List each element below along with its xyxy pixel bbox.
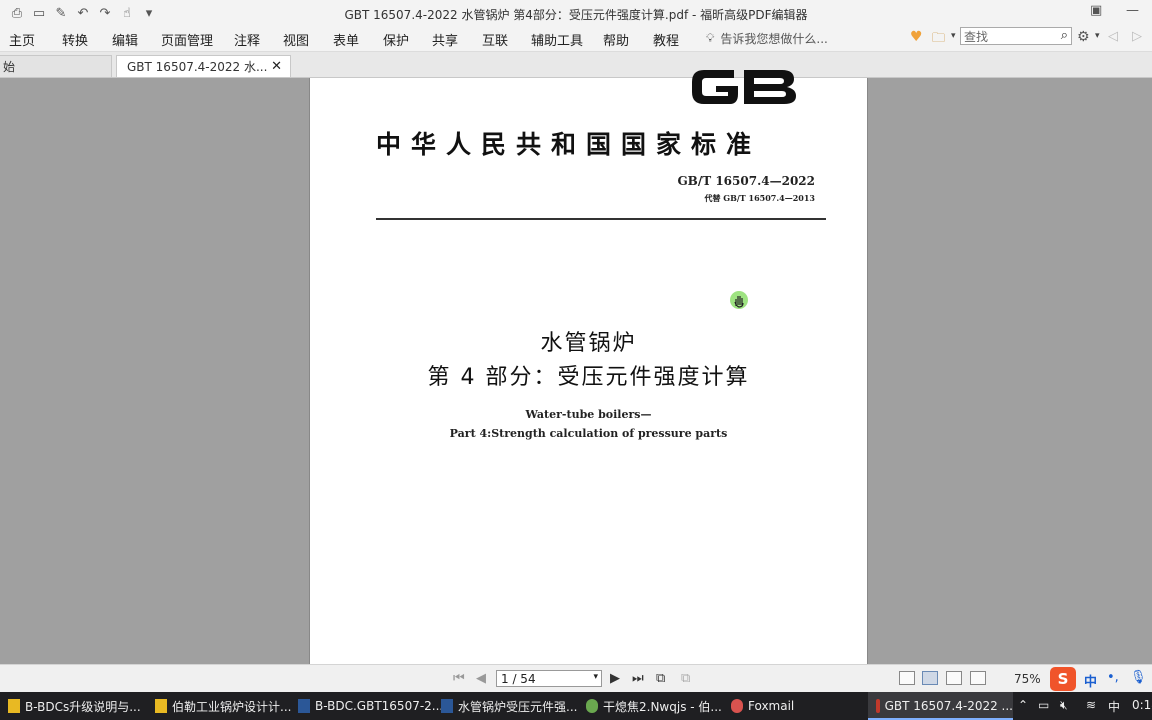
menu-convert[interactable]: 转换 — [62, 30, 88, 49]
menu-view[interactable]: 视图 — [283, 30, 309, 49]
menu-tutorial[interactable]: 教程 — [653, 30, 679, 49]
previous-view-icon[interactable]: ⧉ — [656, 671, 665, 686]
window-title: GBT 16507.4-2022 水管锅炉 第4部分：受压元件强度计算.pdf … — [344, 8, 808, 22]
folder-dropdown-icon[interactable]: ▾ — [951, 31, 956, 41]
menu-accessibility[interactable]: 辅助工具 — [531, 30, 583, 49]
taskbar-item-label: 水管锅炉受压元件强... — [458, 699, 578, 714]
facing-view-icon[interactable] — [946, 671, 962, 685]
close-tab-icon[interactable]: ✕ — [271, 59, 282, 74]
search-icon[interactable]: ⌕ — [1061, 28, 1068, 43]
taskbar-item-label: 伯勒工业锅炉设计计... — [172, 699, 292, 714]
taskbar: B-BDCs升级说明与... 伯勒工业锅炉设计计... B-BDC.GBT165… — [0, 692, 1152, 720]
battery-icon[interactable]: ▭ — [1038, 698, 1049, 712]
menu-edit[interactable]: 编辑 — [112, 30, 138, 49]
menu-help[interactable]: 帮助 — [603, 30, 629, 49]
microphone-icon[interactable]: 🎙︎ — [1130, 670, 1147, 685]
status-bar: ⏮ ◀ 1 / 54 ▾ ▶ ⏭ ⧉ ⧉ 75% S 中 •, 🎙︎ — [0, 664, 1152, 693]
standard-number: GB/T 16507.4—2022 — [677, 174, 815, 188]
show-hidden-icons-icon[interactable]: ⌃ — [1018, 698, 1028, 712]
hand-cursor-icon — [730, 291, 748, 309]
tab-start[interactable]: 始 — [0, 55, 112, 77]
wifi-icon[interactable]: ≋ — [1086, 698, 1096, 712]
single-page-view-icon[interactable] — [899, 671, 915, 685]
taskbar-item[interactable]: B-BDCs升级说明与... — [8, 692, 141, 720]
replaces-standard: 代替 GB/T 16507.4—2013 — [704, 193, 816, 203]
settings-dropdown-icon[interactable]: ▾ — [1095, 31, 1100, 41]
page-number-input[interactable]: 1 / 54 ▾ — [496, 670, 602, 687]
volume-muted-icon[interactable]: 🔇︎ — [1060, 698, 1068, 713]
prev-page-icon[interactable]: ◀ — [476, 671, 486, 686]
prev-result-icon[interactable]: ◁ — [1108, 29, 1118, 44]
restore-layout-icon[interactable]: ▣ — [1090, 3, 1102, 18]
tell-me-text: 告诉我您想做什么... — [720, 32, 828, 46]
menu-share[interactable]: 共享 — [432, 30, 458, 49]
menu-connect[interactable]: 互联 — [482, 30, 508, 49]
standard-category-title: 中华人民共和国国家标准 — [376, 130, 762, 159]
menu-page-management[interactable]: 页面管理 — [161, 30, 213, 49]
tell-me-box[interactable]: 💡︎ 告诉我您想做什么... — [706, 30, 828, 47]
menu-protect[interactable]: 保护 — [383, 30, 409, 49]
foxit-pdf-icon — [876, 699, 880, 713]
taskbar-item-label: GBT 16507.4-2022 ... — [884, 699, 1013, 713]
menu-form[interactable]: 表单 — [333, 30, 359, 49]
title-bar: ⎙ ▭ ✎ ↶ ↷ ☝ ▾ GBT 16507.4-2022 水管锅炉 第4部分… — [0, 0, 1152, 26]
lightbulb-icon: 💡︎ — [706, 31, 715, 45]
find-folder-icon[interactable]: 🗀︎ — [932, 29, 945, 51]
punctuation-icon[interactable]: •, — [1107, 670, 1119, 685]
foxmail-icon — [731, 699, 743, 713]
page-indicator: 1 / 54 — [501, 671, 536, 686]
document-subtitle-en: Part 4:Strength calculation of pressure … — [449, 427, 728, 440]
sogou-ime-icon[interactable]: S — [1050, 667, 1076, 691]
folder-icon — [8, 699, 20, 713]
ime-mode-label[interactable]: 中 — [1084, 671, 1097, 690]
next-view-icon[interactable]: ⧉ — [681, 671, 690, 686]
taskbar-item-label: B-BDCs升级说明与... — [25, 699, 141, 714]
continuous-facing-view-icon[interactable] — [970, 671, 986, 685]
taskbar-item-label: 干熄焦2.Nwqjs - 伯... — [603, 699, 722, 714]
last-page-icon[interactable]: ⏭ — [632, 671, 644, 686]
title-divider — [376, 218, 826, 220]
document-tab-bar: 始 GBT 16507.4-2022 水... ✕ — [0, 52, 1152, 78]
tab-document-label: GBT 16507.4-2022 水... — [127, 60, 268, 74]
tab-current-document[interactable]: GBT 16507.4-2022 水... ✕ — [116, 55, 291, 77]
taskbar-item[interactable]: B-BDC.GBT16507-2... — [298, 692, 443, 720]
tray-ime-label[interactable]: 中 — [1108, 698, 1120, 715]
tab-start-label: 始 — [3, 60, 16, 74]
continuous-view-icon[interactable] — [922, 671, 938, 685]
search-placeholder: 查找 — [964, 29, 989, 44]
taskbar-item-label: Foxmail — [748, 699, 795, 713]
taskbar-item-active[interactable]: GBT 16507.4-2022 ... — [868, 692, 1013, 720]
zoom-level[interactable]: 75% — [1014, 672, 1041, 686]
word-icon — [298, 699, 310, 713]
menu-home[interactable]: 主页 — [9, 30, 35, 49]
settings-gear-icon[interactable]: ⚙ — [1077, 29, 1090, 45]
next-page-icon[interactable]: ▶ — [610, 671, 620, 686]
next-result-icon[interactable]: ▷ — [1132, 29, 1142, 44]
taskbar-item[interactable]: 伯勒工业锅炉设计计... — [155, 692, 291, 720]
taskbar-item-label: B-BDC.GBT16507-2... — [315, 699, 444, 713]
document-viewport[interactable]: 中华人民共和国国家标准 GB/T 16507.4—2022 代替 GB/T 16… — [0, 70, 1152, 664]
pdf-page: 中华人民共和国国家标准 GB/T 16507.4—2022 代替 GB/T 16… — [309, 70, 868, 664]
folder-icon — [155, 699, 167, 713]
word-icon — [441, 699, 453, 713]
search-input[interactable]: 查找 ⌕ — [960, 27, 1072, 45]
document-title-en: Water-tube boilers— — [525, 408, 652, 421]
document-title-cn: 水管锅炉 — [540, 331, 637, 356]
document-subtitle-cn: 第 4 部分：受压元件强度计算 — [427, 365, 750, 390]
taskbar-item[interactable]: Foxmail — [731, 692, 794, 720]
gb-logo — [692, 70, 796, 104]
clock[interactable]: 0:14 — [1132, 698, 1152, 712]
taskbar-item[interactable]: 干熄焦2.Nwqjs - 伯... — [586, 692, 722, 720]
page-dropdown-icon[interactable]: ▾ — [593, 672, 598, 682]
menu-comment[interactable]: 注释 — [234, 30, 260, 49]
minimize-icon[interactable]: — — [1126, 3, 1139, 18]
taskbar-item[interactable]: 水管锅炉受压元件强... — [441, 692, 577, 720]
app-icon — [586, 699, 598, 713]
favorite-icon[interactable]: ♥ — [910, 29, 923, 45]
first-page-icon[interactable]: ⏮ — [453, 671, 465, 686]
